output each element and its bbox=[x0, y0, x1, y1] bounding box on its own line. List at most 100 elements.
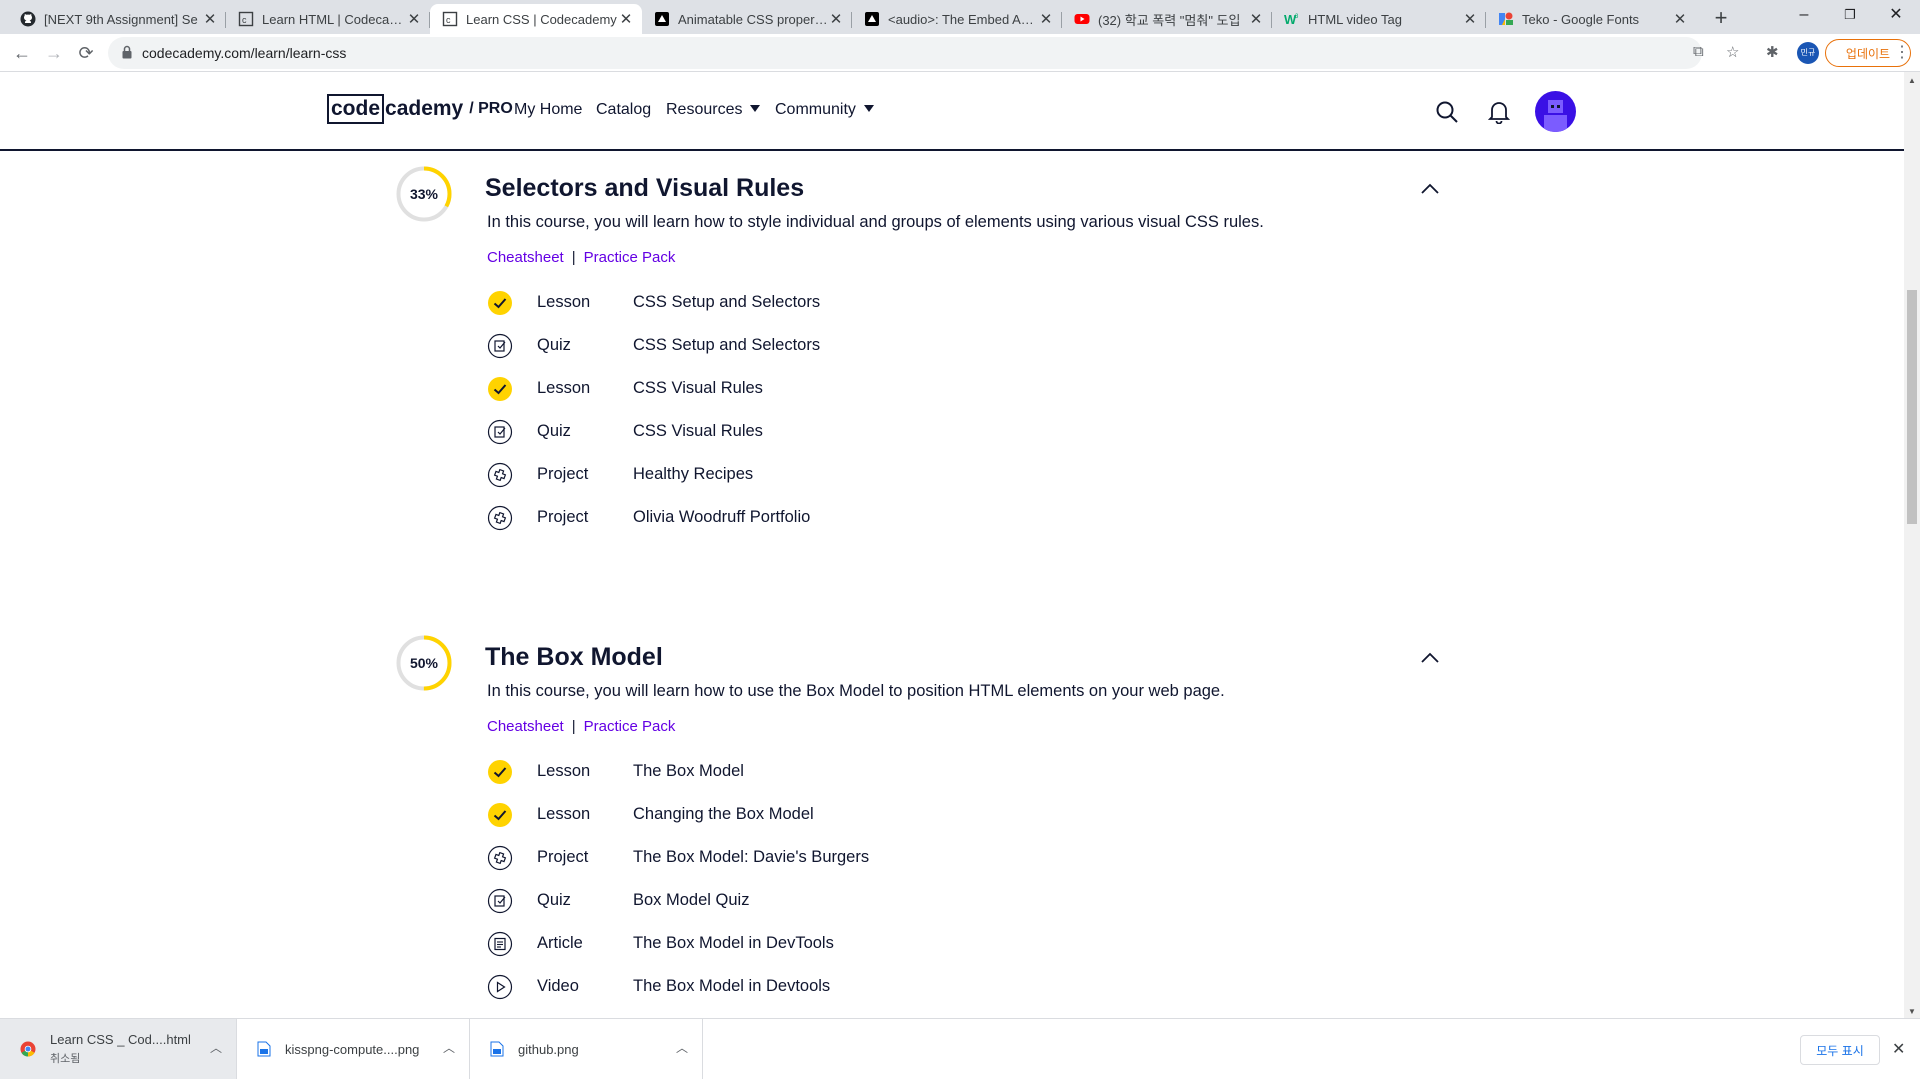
browser-tab[interactable]: Animatable CSS properties ✕ bbox=[642, 4, 852, 34]
minimize-button[interactable]: – bbox=[1781, 0, 1827, 32]
quiz-icon bbox=[487, 419, 513, 445]
close-icon[interactable]: ✕ bbox=[1038, 10, 1054, 28]
browser-tab-active[interactable]: c Learn CSS | Codecademy ✕ bbox=[430, 4, 642, 34]
scrollbar-thumb[interactable] bbox=[1907, 290, 1917, 524]
codecademy-icon: c bbox=[238, 11, 254, 27]
tab-title: <audio>: The Embed Audi bbox=[888, 11, 1038, 27]
syllabus-item[interactable]: Video The Box Model in Devtools bbox=[487, 972, 1087, 1002]
item-title[interactable]: Box Model Quiz bbox=[633, 891, 749, 910]
chevron-up-icon[interactable] bbox=[1420, 652, 1440, 664]
codecademy-logo[interactable]: code cademy / PRO bbox=[327, 94, 513, 124]
item-type: Article bbox=[537, 934, 583, 952]
check-icon bbox=[488, 377, 512, 401]
item-title[interactable]: CSS Setup and Selectors bbox=[633, 336, 820, 355]
search-icon[interactable] bbox=[1435, 100, 1459, 124]
item-title[interactable]: CSS Visual Rules bbox=[633, 422, 763, 441]
star-icon[interactable]: ☆ bbox=[1726, 43, 1739, 61]
item-title[interactable]: CSS Setup and Selectors bbox=[633, 293, 820, 312]
download-item[interactable]: kisspng-compute....png ︿ bbox=[237, 1019, 470, 1079]
item-type: Quiz bbox=[537, 422, 571, 440]
close-icon[interactable]: ✕ bbox=[1892, 1039, 1905, 1059]
close-icon[interactable]: ✕ bbox=[406, 10, 422, 28]
chevron-up-icon[interactable]: ︿ bbox=[443, 1039, 455, 1056]
window-close-button[interactable]: ✕ bbox=[1873, 0, 1919, 32]
syllabus-item[interactable]: Project Olivia Woodruff Portfolio bbox=[487, 503, 1087, 533]
forward-button[interactable]: → bbox=[40, 39, 68, 67]
practice-pack-link[interactable]: Practice Pack bbox=[584, 249, 676, 266]
chevron-up-icon[interactable]: ︿ bbox=[676, 1039, 688, 1056]
tab-title: (32) 학교 폭력 "멈춰" 도입 bbox=[1098, 12, 1241, 28]
syllabus-item[interactable]: Lesson The Box Model bbox=[487, 757, 1087, 787]
close-icon[interactable]: ✕ bbox=[1672, 10, 1688, 28]
syllabus-item[interactable]: Quiz Box Model Quiz bbox=[487, 886, 1087, 916]
back-button[interactable]: ← bbox=[8, 39, 36, 67]
syllabus-item[interactable]: Lesson CSS Visual Rules bbox=[487, 374, 1087, 404]
item-title[interactable]: Olivia Woodruff Portfolio bbox=[633, 508, 810, 527]
mdn-icon bbox=[654, 11, 670, 27]
syllabus-item[interactable]: Lesson CSS Setup and Selectors bbox=[487, 288, 1087, 318]
item-title[interactable]: The Box Model in Devtools bbox=[633, 977, 830, 996]
item-title[interactable]: Healthy Recipes bbox=[633, 465, 753, 484]
address-bar[interactable]: codecademy.com/learn/learn-css bbox=[108, 37, 1702, 69]
syllabus-item[interactable]: Article The Box Model in DevTools bbox=[487, 929, 1087, 959]
google-fonts-icon bbox=[1498, 11, 1514, 27]
chevron-up-icon[interactable] bbox=[1420, 183, 1440, 195]
syllabus-item[interactable]: Quiz CSS Setup and Selectors bbox=[487, 331, 1087, 361]
browser-tab[interactable]: c Learn HTML | Codecademy ✕ bbox=[226, 4, 430, 34]
syllabus-item[interactable]: Quiz CSS Visual Rules bbox=[487, 417, 1087, 447]
quiz-icon bbox=[487, 888, 513, 914]
site-header: code cademy / PRO My Home Catalog Resour… bbox=[0, 72, 1904, 151]
article-icon bbox=[487, 931, 513, 957]
cheatsheet-link[interactable]: Cheatsheet bbox=[487, 718, 564, 735]
new-tab-button[interactable]: + bbox=[1707, 4, 1735, 32]
browser-tab[interactable]: W3 HTML video Tag ✕ bbox=[1272, 4, 1486, 34]
nav-resources[interactable]: Resources bbox=[666, 101, 761, 119]
cheatsheet-link[interactable]: Cheatsheet bbox=[487, 249, 564, 266]
bell-icon[interactable] bbox=[1488, 100, 1510, 124]
practice-pack-link[interactable]: Practice Pack bbox=[584, 718, 676, 735]
scroll-down-icon[interactable]: ▼ bbox=[1908, 1007, 1916, 1016]
syllabus-item[interactable]: Project Healthy Recipes bbox=[487, 460, 1087, 490]
download-item[interactable]: github.png ︿ bbox=[470, 1019, 703, 1079]
chevron-up-icon[interactable]: ︿ bbox=[210, 1039, 222, 1056]
item-type: Project bbox=[537, 848, 589, 866]
close-icon[interactable]: ✕ bbox=[618, 10, 634, 28]
item-title[interactable]: The Box Model: Davie's Burgers bbox=[633, 848, 869, 867]
course-links: Cheatsheet | Practice Pack bbox=[487, 718, 675, 735]
user-avatar[interactable] bbox=[1535, 91, 1576, 132]
menu-icon[interactable]: ⋮ bbox=[1894, 42, 1910, 62]
item-type: Project bbox=[537, 508, 589, 526]
link-separator: | bbox=[571, 249, 576, 266]
tab-title: HTML video Tag bbox=[1308, 11, 1402, 27]
close-icon[interactable]: ✕ bbox=[202, 10, 218, 28]
chrome-icon bbox=[20, 1041, 36, 1057]
close-icon[interactable]: ✕ bbox=[1462, 10, 1478, 28]
item-title[interactable]: Changing the Box Model bbox=[633, 805, 814, 824]
page-scrollbar[interactable]: ▲ ▼ bbox=[1904, 72, 1920, 1018]
item-title[interactable]: CSS Visual Rules bbox=[633, 379, 763, 398]
syllabus-item[interactable]: Lesson Changing the Box Model bbox=[487, 800, 1087, 830]
browser-tab[interactable]: [NEXT 9th Assignment] Se ✕ bbox=[8, 4, 226, 34]
restore-button[interactable]: ❐ bbox=[1827, 0, 1873, 32]
browser-tab[interactable]: Teko - Google Fonts ✕ bbox=[1486, 4, 1696, 34]
download-filename: kisspng-compute....png bbox=[285, 1041, 420, 1057]
show-all-downloads-button[interactable]: 모두 표시 bbox=[1800, 1035, 1880, 1065]
profile-avatar[interactable]: 민규 bbox=[1797, 42, 1819, 64]
nav-community[interactable]: Community bbox=[775, 101, 874, 119]
svg-text:c: c bbox=[446, 15, 451, 25]
item-title[interactable]: The Box Model in DevTools bbox=[633, 934, 834, 953]
reload-button[interactable]: ⟳ bbox=[72, 39, 100, 67]
browser-tab[interactable]: <audio>: The Embed Audi ✕ bbox=[852, 4, 1062, 34]
scroll-up-icon[interactable]: ▲ bbox=[1908, 76, 1916, 85]
extensions-icon[interactable]: ✱ bbox=[1766, 43, 1779, 61]
browser-tab[interactable]: (32) 학교 폭력 "멈춰" 도입 ✕ bbox=[1062, 4, 1272, 34]
nav-catalog[interactable]: Catalog bbox=[596, 101, 651, 119]
item-type: Quiz bbox=[537, 336, 571, 354]
syllabus-item[interactable]: Project The Box Model: Davie's Burgers bbox=[487, 843, 1087, 873]
download-item[interactable]: Learn CSS _ Cod....html 취소됨 ︿ bbox=[0, 1019, 237, 1079]
nav-my-home[interactable]: My Home bbox=[514, 101, 582, 119]
close-icon[interactable]: ✕ bbox=[828, 10, 844, 28]
item-title[interactable]: The Box Model bbox=[633, 762, 744, 781]
close-icon[interactable]: ✕ bbox=[1248, 10, 1264, 28]
translate-icon[interactable]: ⧉ bbox=[1693, 43, 1704, 60]
